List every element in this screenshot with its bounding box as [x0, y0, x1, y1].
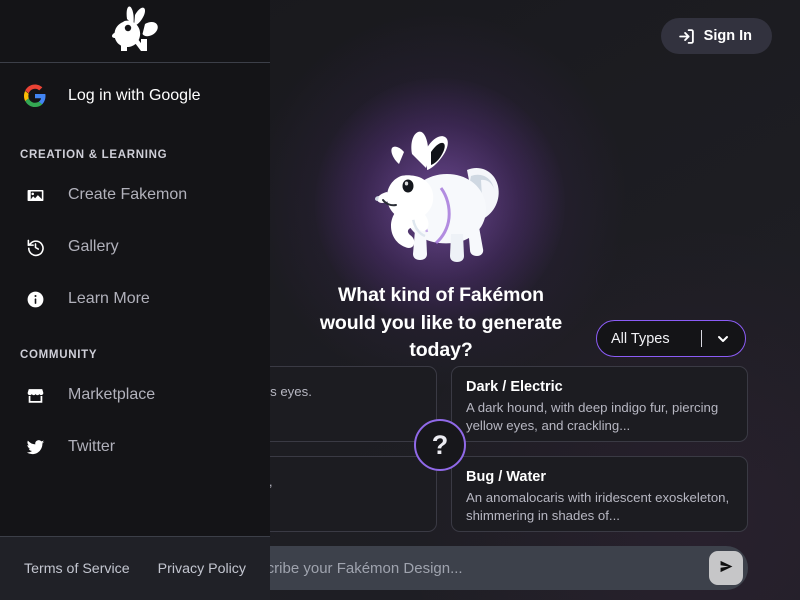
google-icon — [22, 83, 48, 109]
sidebar-section-title: CREATION & LEARNING — [20, 149, 168, 161]
suggestion-description: An anomalocaris with iridescent exoskele… — [466, 490, 730, 524]
app-root: nate Sign In — [0, 0, 800, 600]
suggestion-card[interactable]: Dark / Electric A dark hound, with deep … — [451, 366, 748, 442]
sidebar-section-title: COMMUNITY — [20, 349, 98, 361]
question-mark-icon: ? — [431, 429, 449, 460]
sidebar-logo[interactable] — [0, 0, 270, 63]
twitter-icon — [22, 434, 48, 460]
suggestion-title: Bug / Water — [466, 469, 547, 485]
sidebar-item-label: Marketplace — [68, 386, 156, 403]
sidebar: Log in with Google CREATION & LEARNING C… — [0, 0, 270, 600]
type-filter-value: All Types — [611, 330, 670, 347]
sidebar-footer: Terms of Service Privacy Policy — [0, 536, 270, 600]
send-button[interactable] — [709, 551, 743, 585]
sign-in-button[interactable]: Sign In — [660, 18, 772, 54]
sidebar-item-create-fakemon[interactable]: Create Fakemon — [0, 169, 270, 221]
prompt-input[interactable]: Describe your Fakémon Design... — [240, 560, 709, 577]
sign-in-label: Sign In — [703, 28, 752, 44]
terms-of-service-link[interactable]: Terms of Service — [24, 561, 130, 577]
select-separator — [701, 330, 702, 347]
google-login-label: Log in with Google — [68, 87, 201, 104]
sidebar-body: Log in with Google CREATION & LEARNING C… — [0, 63, 270, 536]
suggestion-card[interactable]: Bug / Water An anomalocaris with iridesc… — [451, 456, 748, 532]
suggestion-description: A dark hound, with deep indigo fur, pier… — [466, 400, 719, 434]
sidebar-item-label: Create Fakemon — [68, 186, 188, 203]
info-icon — [22, 286, 48, 312]
sidebar-item-gallery[interactable]: Gallery — [0, 221, 270, 273]
privacy-policy-link[interactable]: Privacy Policy — [158, 561, 246, 577]
history-icon — [22, 234, 48, 260]
send-icon — [719, 559, 734, 577]
fakemon-creature-illustration — [315, 78, 565, 328]
sidebar-item-label: Learn More — [68, 290, 150, 307]
google-login-button[interactable]: Log in with Google — [0, 69, 270, 123]
store-icon — [22, 382, 48, 408]
prompt-input-bar[interactable]: Describe your Fakémon Design... — [220, 546, 748, 590]
suggestion-title: Dark / Electric — [466, 379, 563, 395]
image-icon — [22, 182, 48, 208]
chevron-down-icon — [715, 331, 731, 347]
sidebar-item-marketplace[interactable]: Marketplace — [0, 369, 270, 421]
help-button[interactable]: ? — [414, 419, 466, 471]
sign-in-icon — [678, 28, 695, 45]
sidebar-item-label: Twitter — [68, 438, 116, 455]
type-filter-select[interactable]: All Types — [596, 320, 746, 357]
sidebar-item-twitter[interactable]: Twitter — [0, 421, 270, 473]
sidebar-item-learn-more[interactable]: Learn More — [0, 273, 270, 325]
sidebar-item-label: Gallery — [68, 238, 119, 255]
headline: What kind of Fakémon would you like to g… — [319, 284, 563, 362]
rabbit-logo-icon — [109, 5, 161, 57]
